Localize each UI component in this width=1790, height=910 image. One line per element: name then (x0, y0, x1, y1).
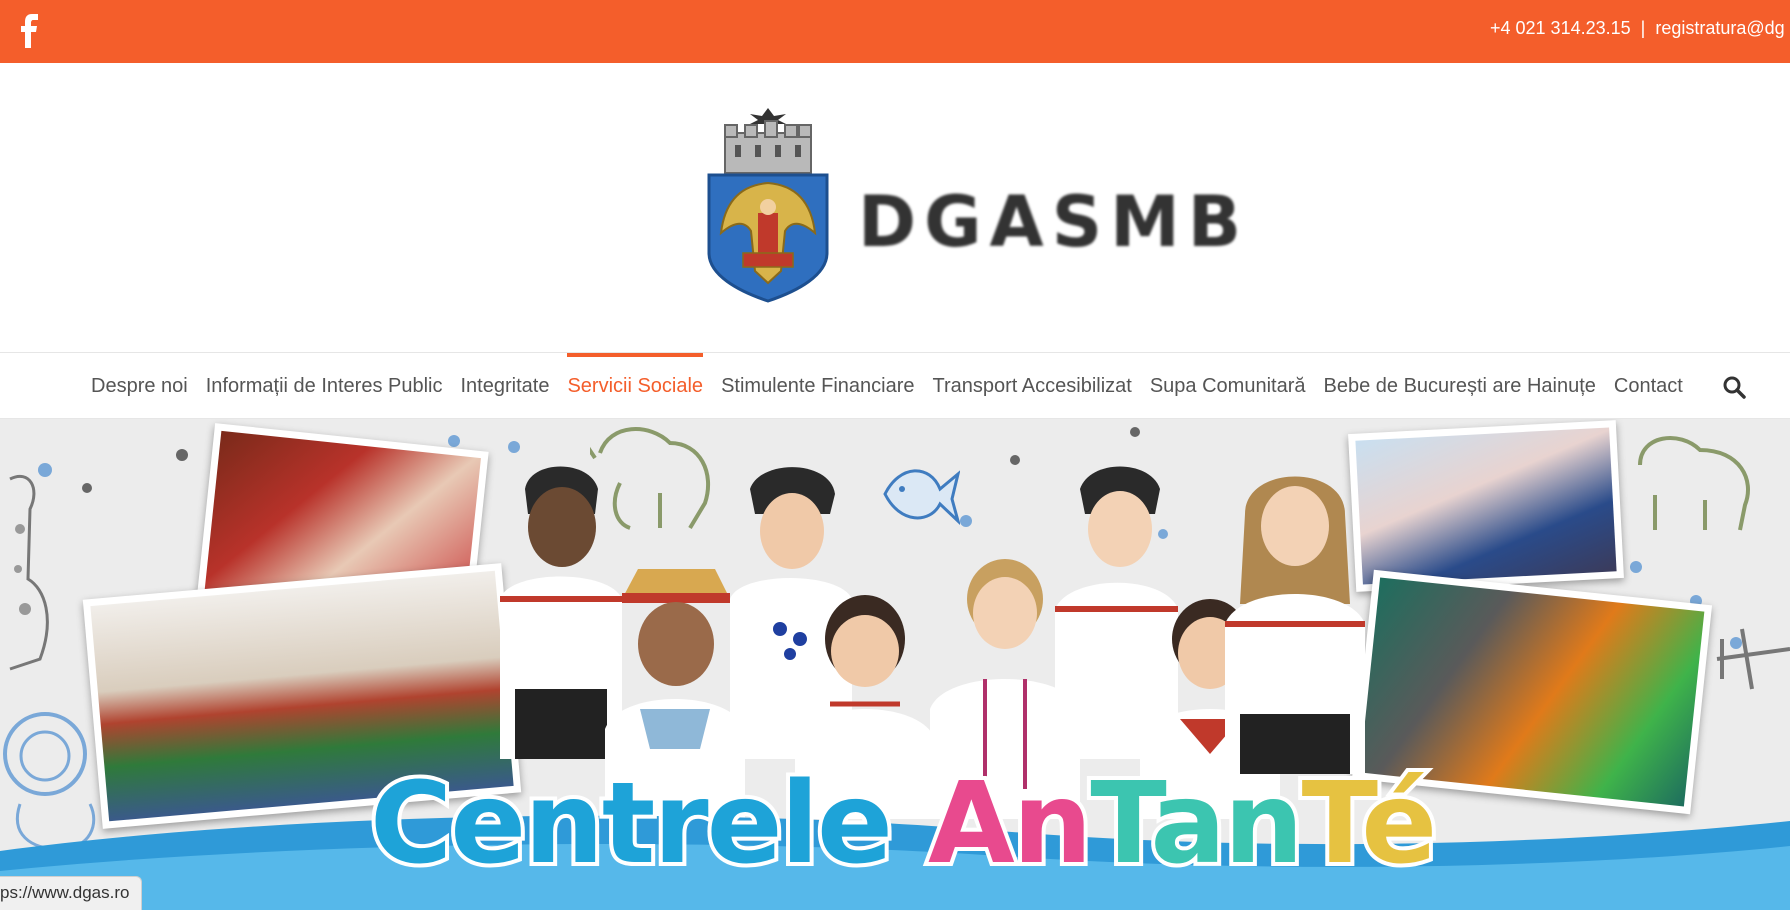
hero-banner[interactable]: Centrele AnTanTé (0, 419, 1790, 910)
phone-number[interactable]: +4 021 314.23.15 (1490, 18, 1631, 39)
child-figure (1225, 476, 1365, 774)
link-status-bar: ps://www.dgas.ro (0, 876, 143, 910)
hero-title-part-centrele: Centrele (366, 755, 928, 893)
facebook-icon[interactable] (18, 14, 42, 48)
decor-dot (1630, 561, 1642, 573)
nav-item-despre-noi[interactable]: Despre noi (82, 353, 197, 420)
hero-title-part-tan: Tan (1086, 755, 1307, 893)
airplane-doodle-icon (1716, 628, 1790, 690)
email-link[interactable]: registratura@dg (1655, 18, 1784, 39)
fish-doodle-icon (883, 469, 960, 525)
nav-item-integritate[interactable]: Integritate (452, 353, 559, 420)
contact-separator: | (1640, 18, 1646, 38)
nav-item-contact[interactable]: Contact (1605, 353, 1692, 420)
nav-item-servicii-sociale[interactable]: Servicii Sociale (558, 353, 712, 420)
bucharest-coat-of-arms-icon[interactable] (703, 103, 833, 303)
nav-item-stimulente-financiare[interactable]: Stimulente Financiare (712, 353, 923, 420)
nav-item-transport-accesibilizat[interactable]: Transport Accesibilizat (924, 353, 1141, 420)
top-bar: +4 021 314.23.15 | registratura@dg (0, 0, 1790, 63)
decor-dot (82, 483, 92, 493)
decor-dot (448, 435, 460, 447)
brand-name[interactable]: DGASMB (858, 181, 1249, 263)
decor-dot (176, 449, 188, 461)
decor-dot (1130, 427, 1140, 437)
site-header: DGASMB (0, 63, 1790, 352)
giraffe-doodle-icon (9, 474, 49, 671)
collage-photo-circle-time (1348, 420, 1624, 592)
hero-title-part-te: Té (1298, 755, 1442, 893)
search-icon[interactable] (1722, 375, 1746, 399)
hippo-doodle-icon (1638, 436, 1750, 531)
hero-title: Centrele AnTanTé (366, 755, 1442, 893)
decor-dot (960, 515, 972, 527)
nav-item-informatii-de-interes-public[interactable]: Informații de Interes Public (197, 353, 452, 420)
contact-info: +4 021 314.23.15 | registratura@dg (1490, 18, 1790, 44)
nav-item-supa-comunitara[interactable]: Supa Comunitară (1141, 353, 1315, 420)
decor-dot (508, 441, 520, 453)
hero-title-part-an: An (924, 755, 1096, 893)
decor-dot (1010, 455, 1020, 465)
main-navigation: Despre noi Informații de Interes Public … (0, 352, 1790, 419)
nav-item-bebe-de-bucuresti[interactable]: Bebe de București are Hainuțe (1315, 353, 1605, 420)
